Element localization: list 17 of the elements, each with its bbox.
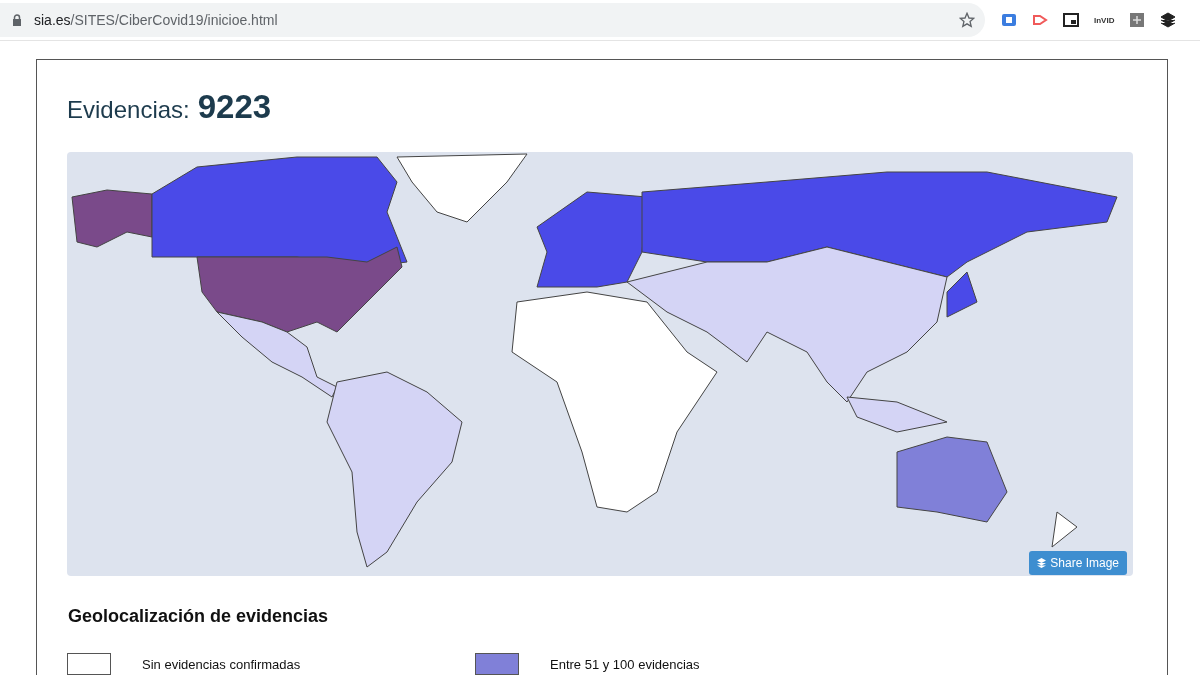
address-bar[interactable]: sia.es/SITES/CiberCovid19/inicioe.html bbox=[0, 3, 985, 37]
layers-icon[interactable] bbox=[1160, 12, 1177, 28]
legend-label: Entre 51 y 100 evidencias bbox=[550, 656, 700, 672]
extension-label[interactable]: InVID bbox=[1094, 15, 1115, 25]
extension-icon[interactable] bbox=[1032, 13, 1048, 27]
layers-icon bbox=[1037, 558, 1047, 568]
url-text: sia.es/SITES/CiberCovid19/inicioe.html bbox=[34, 12, 279, 28]
legend-heading: Geolocalización de evidencias bbox=[68, 606, 330, 627]
star-icon[interactable] bbox=[959, 12, 975, 28]
lock-icon bbox=[12, 14, 22, 26]
legend-label: Sin evidencias confirmadas bbox=[142, 656, 301, 672]
evidence-label: Evidencias: bbox=[67, 96, 190, 124]
share-image-button[interactable]: Share Image bbox=[1029, 551, 1127, 575]
extension-icon[interactable] bbox=[1129, 12, 1146, 28]
picture-in-picture-icon[interactable] bbox=[1063, 13, 1079, 27]
extension-icon[interactable] bbox=[1001, 13, 1017, 27]
evidence-count: 9223 bbox=[197, 88, 272, 126]
